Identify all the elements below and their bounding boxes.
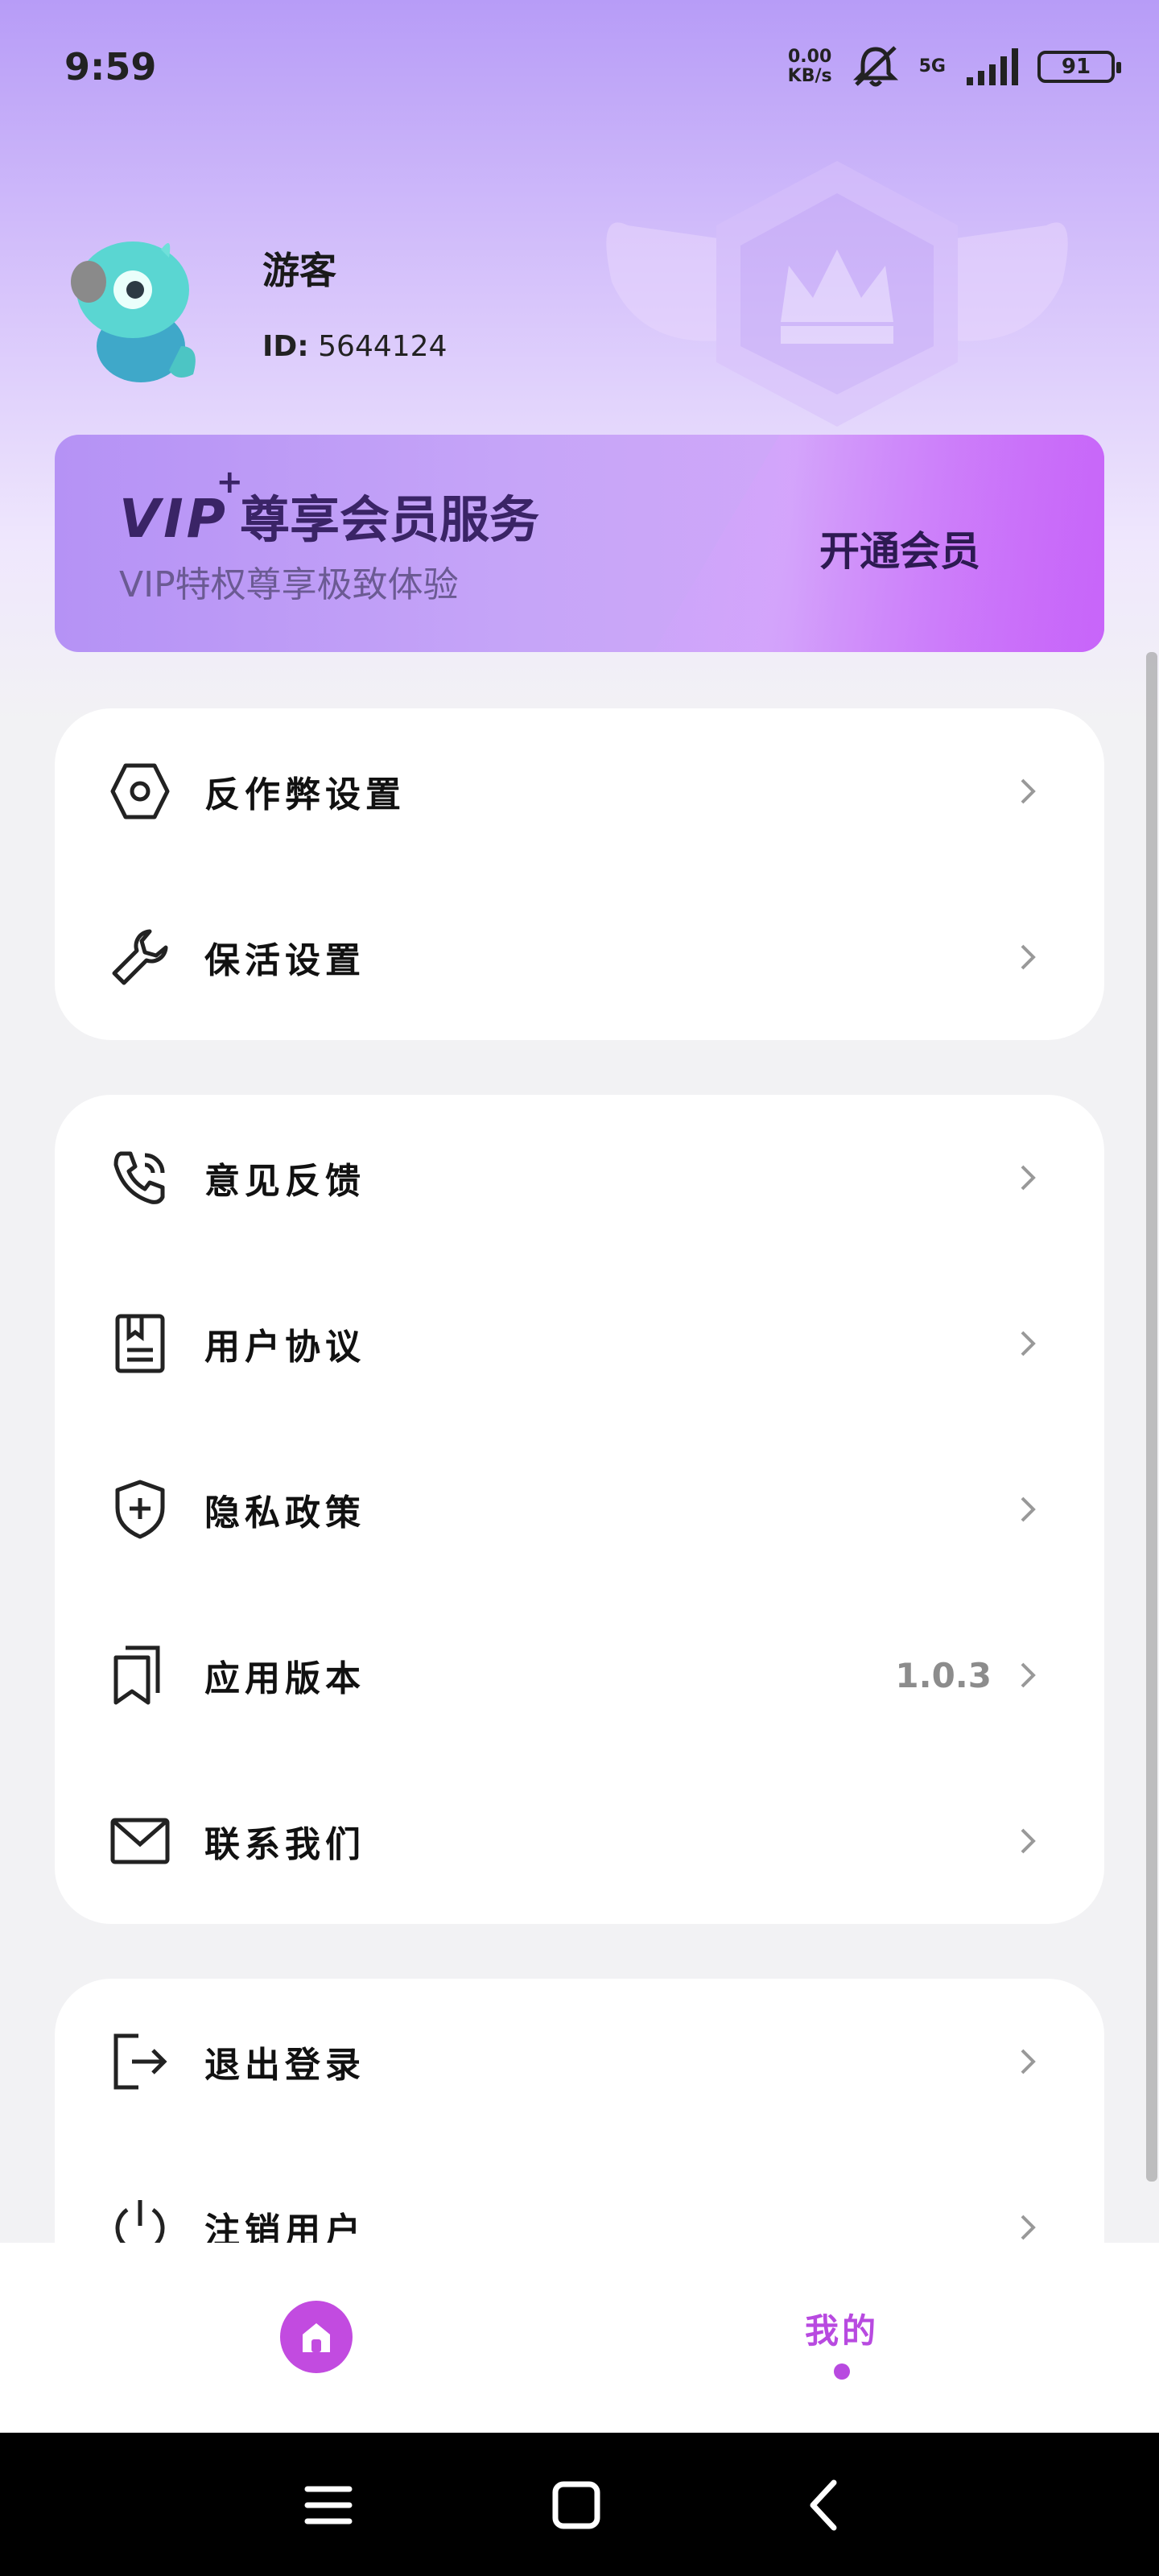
profile-header: 游客 ID: 5644124 xyxy=(64,217,1111,402)
menu-label: 保活设置 xyxy=(204,940,365,981)
app-version-value: 1.0.3 xyxy=(895,1655,992,1695)
bottom-tab-bar: 我的 xyxy=(0,2243,1159,2433)
chevron-right-icon xyxy=(1021,1662,1036,1688)
home-icon xyxy=(303,2323,330,2352)
info-card: 意见反馈 用户协议 隐私政策 应用版本 1.0.3 联系我们 xyxy=(55,1095,1104,1924)
shield-plus-icon xyxy=(115,1480,165,1539)
chevron-right-icon xyxy=(1021,2049,1036,2074)
menu-label: 意见反馈 xyxy=(204,1161,365,1202)
vip-logo-text: VIP xyxy=(119,488,229,550)
document-icon xyxy=(115,1314,165,1373)
open-membership-button[interactable]: 开通会员 xyxy=(819,519,980,577)
menu-label: 用户协议 xyxy=(204,1327,365,1368)
vip-logo: VIP + xyxy=(119,464,243,550)
scrollbar[interactable] xyxy=(1146,652,1157,2182)
network-speed-value: 0.00 xyxy=(788,46,832,67)
chevron-right-icon xyxy=(1021,1828,1036,1854)
menu-label: 反作弊设置 xyxy=(204,774,406,815)
status-time: 9:59 xyxy=(64,44,157,89)
menu-item-app-version[interactable]: 应用版本 1.0.3 xyxy=(55,1592,1104,1758)
menu-label: 隐私政策 xyxy=(204,1492,365,1534)
menu-item-keep-alive[interactable]: 保活设置 xyxy=(55,874,1104,1040)
menu-icon[interactable] xyxy=(296,2473,361,2537)
menu-item-contact-us[interactable]: 联系我们 xyxy=(55,1758,1104,1924)
status-icons: 0.00 KB/s 5G 91 xyxy=(788,44,1121,89)
menu-item-user-agreement[interactable]: 用户协议 xyxy=(55,1261,1104,1426)
status-bar: 9:59 0.00 KB/s 5G 91 xyxy=(0,0,1159,133)
menu-item-privacy-policy[interactable]: 隐私政策 xyxy=(55,1426,1104,1592)
menu-item-anti-cheat[interactable]: 反作弊设置 xyxy=(55,708,1104,874)
battery-indicator: 91 xyxy=(1037,50,1121,83)
mail-icon xyxy=(110,1818,170,1864)
mute-bell-icon xyxy=(852,45,898,86)
battery-level: 91 xyxy=(1061,54,1091,79)
network-type: 5G xyxy=(918,56,946,76)
chevron-right-icon xyxy=(1021,2215,1036,2240)
home-square-icon[interactable] xyxy=(544,2473,608,2537)
chevron-right-icon xyxy=(1021,1165,1036,1191)
chevron-right-icon xyxy=(1021,944,1036,970)
avatar[interactable] xyxy=(64,225,209,386)
tab-home[interactable] xyxy=(280,2301,353,2373)
settings-card: 反作弊设置 保活设置 xyxy=(55,708,1104,1040)
system-navigation-bar xyxy=(0,2433,1159,2576)
username: 游客 xyxy=(262,249,336,292)
network-speed: 0.00 KB/s xyxy=(788,47,832,86)
bookmark-copy-icon xyxy=(113,1645,160,1705)
vip-logo-plus: + xyxy=(216,464,247,501)
vip-title: VIP + 尊享会员服务 xyxy=(119,464,540,551)
chevron-right-icon xyxy=(1021,1331,1036,1356)
active-tab-indicator xyxy=(834,2363,850,2380)
back-icon[interactable] xyxy=(794,2473,858,2537)
hexagon-nut-icon xyxy=(110,763,170,819)
menu-label: 退出登录 xyxy=(204,2045,365,2086)
chevron-right-icon xyxy=(1021,1496,1036,1522)
logout-icon xyxy=(113,2033,167,2090)
menu-item-logout[interactable]: 退出登录 xyxy=(55,1979,1104,2145)
menu-item-feedback[interactable]: 意见反馈 xyxy=(55,1095,1104,1261)
phone-call-icon xyxy=(113,1151,165,1204)
user-id-value: 5644124 xyxy=(318,330,448,363)
vip-subtitle: VIP特权尊享极致体验 xyxy=(119,564,459,605)
tab-mine[interactable]: 我的 xyxy=(805,2304,879,2353)
vip-title-text: 尊享会员服务 xyxy=(240,490,540,549)
menu-label: 应用版本 xyxy=(204,1658,365,1699)
menu-label: 联系我们 xyxy=(204,1824,365,1865)
network-speed-unit: KB/s xyxy=(787,65,832,86)
user-id-label: ID: xyxy=(262,330,309,363)
user-id: ID: 5644124 xyxy=(262,330,447,363)
chevron-right-icon xyxy=(1021,778,1036,804)
signal-icon xyxy=(967,47,1018,85)
vip-banner[interactable]: VIP + 尊享会员服务 VIP特权尊享极致体验 开通会员 xyxy=(55,435,1104,652)
wrench-icon xyxy=(112,929,168,985)
